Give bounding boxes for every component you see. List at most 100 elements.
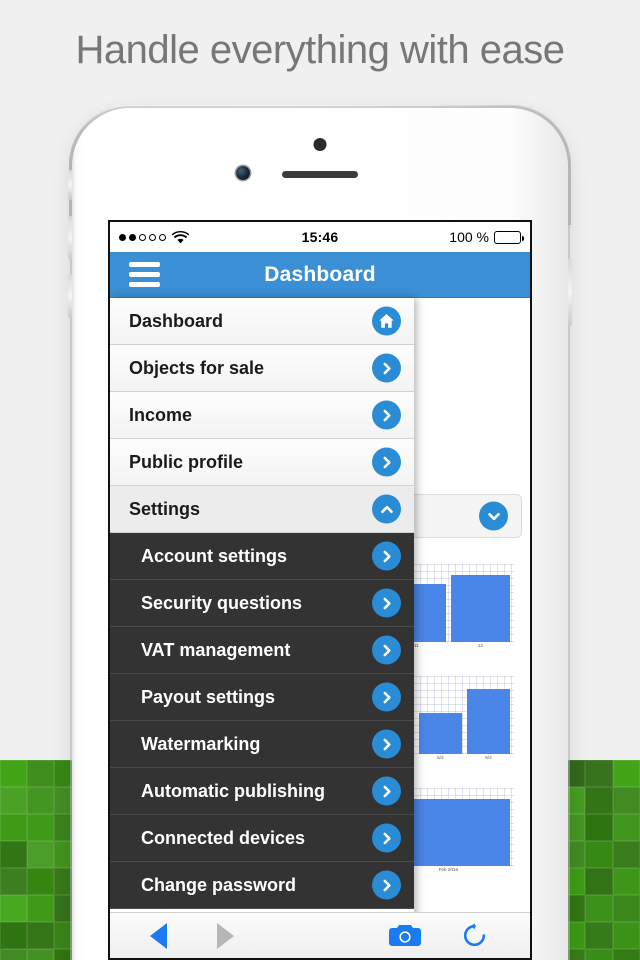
refresh-icon[interactable] <box>461 922 488 949</box>
menu-item-vat-management[interactable]: VAT management <box>110 627 414 674</box>
mosaic-tile <box>27 895 54 922</box>
menu-item-automatic-publishing[interactable]: Automatic publishing <box>110 768 414 815</box>
mosaic-tile <box>585 895 613 922</box>
menu-item-objects-for-sale[interactable]: Objects for sale <box>110 345 414 392</box>
mosaic-tile <box>585 868 613 895</box>
volume-up-button[interactable] <box>68 216 72 260</box>
nav-bar-title: Dashboard <box>110 263 530 287</box>
status-bar: 15:46 100 % <box>110 222 530 252</box>
page-title: Handle everything with ease <box>0 28 640 73</box>
hamburger-icon[interactable] <box>129 262 160 287</box>
menu-item-public-profile[interactable]: Public profile <box>110 439 414 486</box>
menu-item-security-questions[interactable]: Security questions <box>110 580 414 627</box>
mosaic-tile <box>613 922 640 949</box>
status-bar-right: 100 % <box>449 229 521 245</box>
menu-item-label: Connected devices <box>141 828 305 849</box>
menu-item-change-password[interactable]: Change password <box>110 862 414 909</box>
menu-item-label: Automatic publishing <box>141 781 325 802</box>
mosaic-tile <box>585 841 613 868</box>
chevron-right-icon[interactable] <box>372 730 401 759</box>
mosaic-tile <box>27 868 54 895</box>
menu-item-label: Account settings <box>141 546 287 567</box>
forward-triangle-icon[interactable] <box>217 923 234 949</box>
chevron-right-icon[interactable] <box>372 871 401 900</box>
mosaic-tile <box>27 949 54 960</box>
mosaic-tile <box>0 841 27 868</box>
mosaic-tile <box>613 787 640 814</box>
mosaic-tile <box>585 949 613 960</box>
home-icon[interactable] <box>372 307 401 336</box>
mosaic-tile <box>27 922 54 949</box>
back-triangle-icon[interactable] <box>150 923 167 949</box>
mosaic-tile <box>27 814 54 841</box>
menu-item-label: Watermarking <box>141 734 260 755</box>
mosaic-tile <box>0 895 27 922</box>
power-button[interactable] <box>568 258 572 326</box>
mosaic-tile <box>613 868 640 895</box>
mosaic-tile <box>585 922 613 949</box>
menu-item-label: Change password <box>141 875 296 896</box>
mosaic-tile <box>585 814 613 841</box>
mosaic-tile <box>0 814 27 841</box>
volume-down-button[interactable] <box>68 274 72 318</box>
phone-screen: 15:46 100 % Dashboard 11 12 5/3 6/3 Feb … <box>110 222 530 958</box>
chevron-right-icon[interactable] <box>372 683 401 712</box>
proximity-sensor-icon <box>314 138 327 151</box>
mosaic-tile <box>27 841 54 868</box>
phone-device-frame: 15:46 100 % Dashboard 11 12 5/3 6/3 Feb … <box>72 108 568 960</box>
menu-item-label: Settings <box>129 499 200 520</box>
chart-x-tick: 12 <box>451 643 510 648</box>
mosaic-tile <box>27 787 54 814</box>
menu-item-income[interactable]: Income <box>110 392 414 439</box>
mosaic-tile <box>613 760 640 787</box>
menu-item-label: VAT management <box>141 640 290 661</box>
mosaic-tile <box>0 922 27 949</box>
menu-item-label: Public profile <box>129 452 243 473</box>
mosaic-tile <box>0 868 27 895</box>
chart-x-tick: 6/3 <box>467 755 510 760</box>
chart-bar <box>451 575 510 642</box>
front-camera-icon <box>236 166 250 180</box>
side-drawer-menu: Dashboard Objects for sale Income Public pr… <box>110 298 414 958</box>
battery-icon <box>494 231 521 244</box>
chart-bar <box>419 713 462 754</box>
mosaic-tile <box>585 787 613 814</box>
chevron-right-icon[interactable] <box>372 401 401 430</box>
app-nav-bar: Dashboard <box>110 252 530 298</box>
mosaic-tile <box>613 895 640 922</box>
menu-item-watermarking[interactable]: Watermarking <box>110 721 414 768</box>
menu-item-label: Objects for sale <box>129 358 264 379</box>
menu-item-payout-settings[interactable]: Payout settings <box>110 674 414 721</box>
mute-switch-button[interactable] <box>68 170 72 200</box>
battery-percent-label: 100 % <box>449 229 489 245</box>
chevron-right-icon[interactable] <box>372 448 401 477</box>
chevron-down-icon[interactable] <box>479 502 508 531</box>
menu-item-account-settings[interactable]: Account settings <box>110 533 414 580</box>
mosaic-tile <box>613 949 640 960</box>
chevron-right-icon[interactable] <box>372 354 401 383</box>
menu-item-dashboard[interactable]: Dashboard <box>110 298 414 345</box>
menu-item-label: Security questions <box>141 593 302 614</box>
chevron-right-icon[interactable] <box>372 636 401 665</box>
camera-icon[interactable] <box>389 923 421 948</box>
menu-item-settings[interactable]: Settings <box>110 486 414 533</box>
menu-item-label: Payout settings <box>141 687 275 708</box>
chevron-right-icon[interactable] <box>372 589 401 618</box>
chevron-right-icon[interactable] <box>372 824 401 853</box>
mosaic-tile <box>0 760 27 787</box>
chart-bar <box>467 689 510 754</box>
mosaic-tile <box>613 814 640 841</box>
menu-item-label: Dashboard <box>129 311 223 332</box>
chevron-up-icon[interactable] <box>372 495 401 524</box>
mosaic-tile <box>0 949 27 960</box>
mosaic-tile <box>27 760 54 787</box>
menu-item-connected-devices[interactable]: Connected devices <box>110 815 414 862</box>
mosaic-tile <box>585 760 613 787</box>
chevron-right-icon[interactable] <box>372 777 401 806</box>
chart-x-tick: 5/3 <box>419 755 462 760</box>
chevron-right-icon[interactable] <box>372 542 401 571</box>
app-content: Daily (+39 %) 223 463 al income (EUR) 06… <box>110 298 530 958</box>
menu-item-label: Income <box>129 405 192 426</box>
earpiece-speaker-icon <box>282 171 358 178</box>
browser-toolbar <box>110 912 530 958</box>
